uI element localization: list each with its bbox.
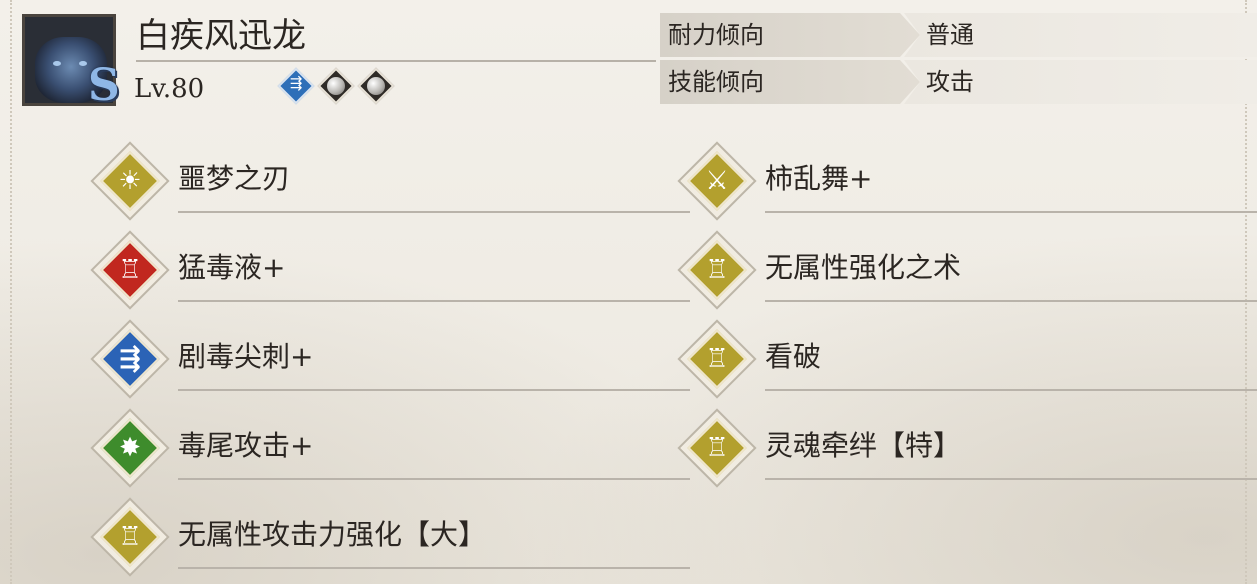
skill-divider bbox=[178, 567, 690, 569]
speed-figure-icon: ⇶ bbox=[119, 344, 141, 374]
name-divider bbox=[136, 60, 656, 62]
skill-name: 灵魂牵绊【特】 bbox=[765, 429, 962, 462]
blade-icon: ⚔ bbox=[705, 166, 729, 196]
orb-icon bbox=[327, 77, 345, 95]
rank-badge: S bbox=[88, 60, 120, 111]
monster-name: 白疾风迅龙 bbox=[136, 16, 306, 56]
skill-divider bbox=[765, 211, 1257, 213]
stamina-tendency-value: 普通 bbox=[926, 21, 974, 49]
skill-name: 无属性攻击力强化【大】 bbox=[178, 518, 487, 551]
left-border-decoration bbox=[10, 0, 16, 584]
slot-1[interactable]: ⇶ bbox=[277, 67, 315, 105]
skill-name: 毒尾攻击+ bbox=[178, 429, 314, 462]
skill-name: 剧毒尖刺+ bbox=[178, 340, 314, 373]
skill-name: 柿乱舞+ bbox=[765, 162, 873, 195]
skill-divider bbox=[765, 300, 1257, 302]
portrait-eye-left bbox=[53, 61, 61, 66]
flex-figure-icon: ♖ bbox=[705, 344, 729, 374]
flex-figure-icon: ♖ bbox=[118, 255, 142, 285]
flex-figure-icon: ♖ bbox=[705, 255, 729, 285]
skill-name: 噩梦之刃 bbox=[178, 162, 291, 195]
slot-2[interactable] bbox=[317, 67, 355, 105]
burst-icon: ✸ bbox=[119, 433, 141, 463]
skill-divider bbox=[178, 478, 690, 480]
skill-divider bbox=[765, 389, 1257, 391]
skill-tendency-row: 技能倾向 攻击 bbox=[660, 60, 1257, 104]
portrait-eye-right bbox=[79, 61, 87, 66]
skill-divider bbox=[178, 300, 690, 302]
flex-figure-icon: ♖ bbox=[705, 433, 729, 463]
skill-name: 无属性强化之术 bbox=[765, 251, 962, 284]
gene-slots: ⇶ bbox=[277, 67, 395, 105]
skill-tendency-label: 技能倾向 bbox=[668, 68, 764, 96]
sun-burst-icon: ☀ bbox=[118, 166, 142, 196]
flex-figure-icon: ♖ bbox=[118, 522, 142, 552]
monster-level: Lv.80 bbox=[134, 74, 205, 104]
skill-divider bbox=[178, 389, 690, 391]
stamina-tendency-row: 耐力倾向 普通 bbox=[660, 13, 1257, 57]
orb-icon bbox=[367, 77, 385, 95]
skill-name: 猛毒液+ bbox=[178, 251, 286, 284]
skill-name: 看破 bbox=[765, 340, 822, 373]
stamina-tendency-label: 耐力倾向 bbox=[668, 21, 764, 49]
skill-divider bbox=[765, 478, 1257, 480]
skill-divider bbox=[178, 211, 690, 213]
speed-icon: ⇶ bbox=[289, 74, 303, 92]
slot-3[interactable] bbox=[357, 67, 395, 105]
skill-tendency-value: 攻击 bbox=[926, 68, 974, 96]
